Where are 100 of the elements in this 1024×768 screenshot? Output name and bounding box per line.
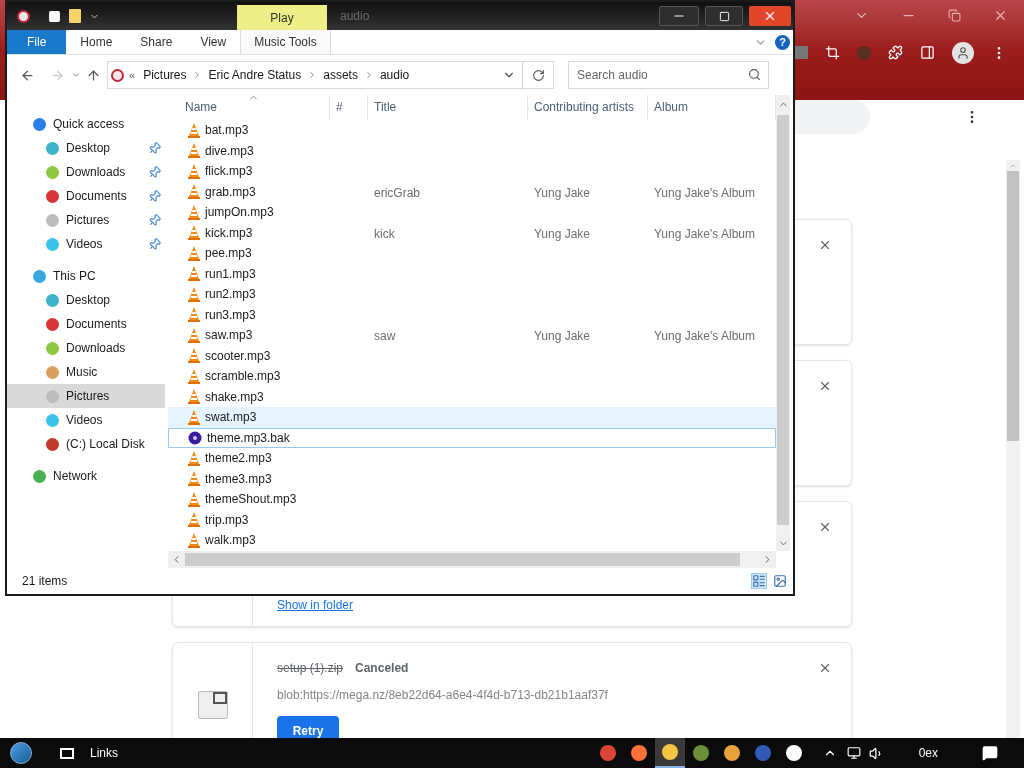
column-header[interactable]: # [330, 95, 368, 120]
nav-item[interactable]: Network [7, 464, 165, 488]
file-row[interactable]: dive.mp3 [168, 140, 776, 161]
nav-label: Pictures [66, 388, 110, 405]
file-row[interactable]: themeShout.mp3 [168, 489, 776, 510]
up-icon[interactable] [86, 67, 101, 83]
traffic-cone-icon [188, 491, 200, 507]
show-in-folder-link[interactable]: Show in folder [277, 596, 354, 614]
file-name: run1.mp3 [205, 265, 256, 283]
file-row[interactable]: saw.mp3 saw Yung Jake Yung Jake's Album [168, 325, 776, 346]
traffic-cone-icon [188, 143, 200, 159]
recent-icon[interactable] [71, 70, 81, 80]
source-url: blob:https://mega.nz/8eb22d64-a6e4-4f4d-b713-db21b1aaf37f [277, 687, 609, 704]
file-row[interactable]: run2.mp3 [168, 284, 776, 305]
column-header[interactable]: Name [168, 95, 330, 120]
search-icon[interactable] [748, 68, 761, 81]
remove-icon[interactable] [818, 520, 832, 534]
notifications-icon[interactable] [982, 745, 998, 761]
nav-item[interactable]: Desktop [7, 288, 165, 312]
nav-item[interactable]: This PC [7, 264, 165, 288]
nav-item[interactable]: Desktop [7, 136, 165, 160]
start-button[interactable] [10, 742, 32, 764]
nav-item[interactable]: Videos [7, 232, 165, 256]
ribbon-tab[interactable]: Music Tools [240, 30, 331, 54]
column-header[interactable]: Contributing artists [528, 95, 648, 120]
file-row[interactable]: pee.mp3 [168, 243, 776, 264]
vertical-scrollbar[interactable] [776, 95, 790, 551]
traffic-cone-icon [188, 368, 200, 384]
nav-item[interactable]: Music [7, 360, 165, 384]
nav-label: Quick access [53, 116, 125, 133]
tray-text[interactable]: 0ex [918, 744, 938, 762]
ribbon-tab[interactable]: Home [66, 30, 127, 54]
crop-icon[interactable] [825, 45, 840, 60]
back-icon[interactable] [20, 67, 35, 83]
file-row[interactable]: scooter.mp3 [168, 345, 776, 366]
minimize-button[interactable] [659, 6, 699, 26]
breadcrumb[interactable]: assets [323, 66, 358, 84]
column-header[interactable]: Title [368, 95, 528, 120]
nav-item[interactable]: Videos [7, 408, 165, 432]
file-row[interactable]: theme2.mp3 [168, 448, 776, 469]
ribbon-tab[interactable]: Share [126, 30, 187, 54]
file-row[interactable]: shake.mp3 [168, 386, 776, 407]
file-row[interactable]: run3.mp3 [168, 304, 776, 325]
file-row[interactable]: bat.mp3 [168, 120, 776, 141]
overflow-chevrons[interactable]: « [129, 66, 136, 84]
scrollbar-thumb[interactable] [777, 115, 789, 525]
breadcrumb[interactable]: audio [379, 66, 410, 84]
horizontal-scrollbar[interactable] [168, 551, 776, 568]
traffic-cone-icon [188, 532, 200, 548]
task-view-icon[interactable] [60, 747, 74, 759]
nav-item[interactable]: (C:) Local Disk [7, 432, 165, 456]
scrollbar-thumb[interactable] [1007, 171, 1019, 441]
ribbon-tab[interactable]: View [186, 30, 241, 54]
remove-icon[interactable] [818, 379, 832, 393]
nav-item[interactable]: Pictures [7, 208, 165, 232]
nav-item[interactable]: Downloads [7, 336, 165, 360]
toolbar-label[interactable]: Links [90, 744, 118, 762]
file-row[interactable]: swat.mp3 [168, 407, 776, 428]
restore-icon[interactable] [948, 8, 961, 22]
file-row[interactable]: walk.mp3 [168, 530, 776, 551]
file-name: scooter.mp3 [205, 347, 271, 365]
nav-item[interactable]: Pictures [7, 384, 165, 408]
breadcrumb[interactable]: Eric Andre Status [208, 66, 302, 84]
large-icons-view-icon[interactable] [773, 574, 787, 588]
table-cell: Yung Jake's Album [654, 329, 756, 344]
ribbon-tab[interactable]: File [7, 30, 67, 54]
remove-icon[interactable] [818, 238, 832, 252]
nav-label: Downloads [66, 164, 126, 181]
nav-item[interactable]: Downloads [7, 160, 165, 184]
file-row[interactable]: jumpOn.mp3 [168, 202, 776, 223]
search-field[interactable]: Search audio [568, 61, 769, 89]
file-row[interactable]: run1.mp3 [168, 263, 776, 284]
file-row[interactable]: trip.mp3 [168, 509, 776, 530]
file-row[interactable]: theme.mp3.bak [168, 427, 776, 448]
address-bar[interactable]: « Pictures Eric Andre Status assets audio [107, 61, 523, 89]
help-icon[interactable]: ? [775, 34, 790, 50]
network-icon[interactable] [846, 746, 861, 760]
nav-label: This PC [53, 268, 96, 285]
remove-icon[interactable] [818, 661, 832, 675]
scrollbar-thumb[interactable] [185, 553, 740, 566]
file-row[interactable]: theme3.mp3 [168, 468, 776, 489]
traffic-cone-icon [188, 450, 200, 466]
file-row[interactable]: kick.mp3 kick Yung Jake Yung Jake's Album [168, 222, 776, 243]
maximize-button[interactable] [705, 6, 743, 26]
details-view-icon[interactable] [751, 573, 767, 589]
page-scrollbar[interactable] [1006, 160, 1020, 738]
file-name: grab.mp3 [205, 183, 256, 201]
traffic-cone-icon [188, 512, 200, 528]
nav-item[interactable]: Quick access [7, 112, 165, 136]
breadcrumb[interactable]: Pictures [143, 66, 187, 84]
retry-button[interactable]: Retry [277, 716, 339, 738]
file-row[interactable]: flick.mp3 [168, 161, 776, 182]
nav-item[interactable]: Documents [7, 312, 165, 336]
file-row[interactable]: scramble.mp3 [168, 366, 776, 387]
side-panel-icon[interactable] [920, 45, 935, 60]
profile-icon[interactable] [952, 41, 974, 64]
file-row[interactable]: grab.mp3 ericGrab Yung Jake Yung Jake's Album [168, 181, 776, 202]
refresh-button[interactable] [523, 61, 554, 89]
extensions-icon[interactable] [888, 45, 903, 60]
nav-item[interactable]: Documents [7, 184, 165, 208]
